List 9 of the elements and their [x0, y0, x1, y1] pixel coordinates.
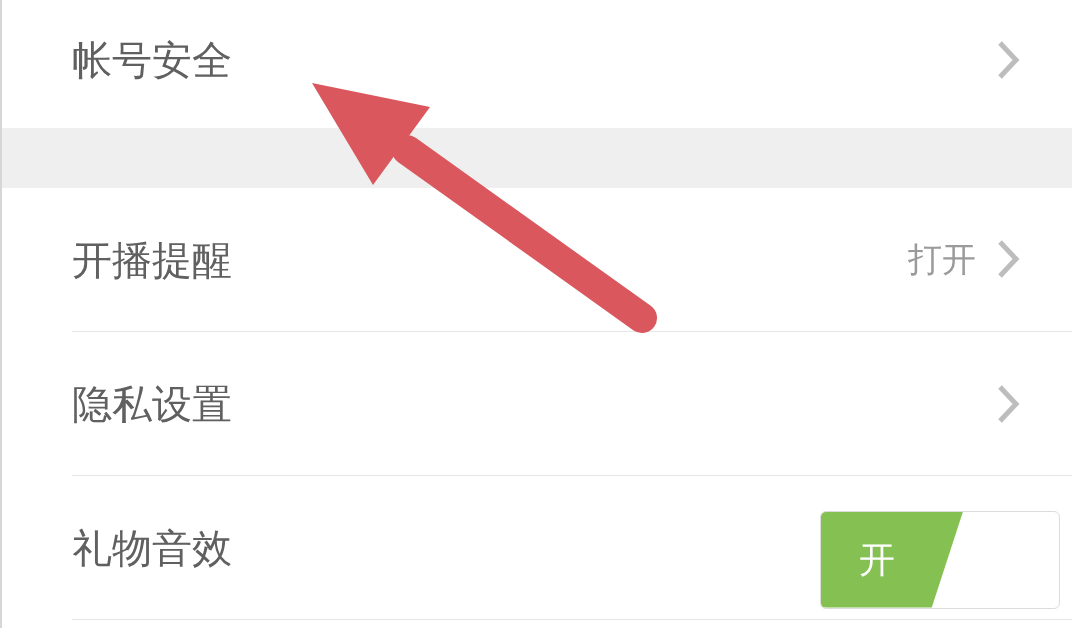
setting-label: 礼物音效 — [72, 523, 232, 572]
setting-label: 开播提醒 — [72, 235, 232, 284]
chevron-right-icon[interactable] — [996, 383, 1020, 424]
chevron-right-icon[interactable] — [996, 40, 1020, 80]
setting-value: 打开 — [908, 239, 976, 280]
chevron-right-icon[interactable] — [996, 239, 1020, 280]
toggle-switch[interactable]: 开 — [820, 510, 1060, 609]
setting-label: 隐私设置 — [72, 379, 232, 428]
setting-label: 帐号安全 — [72, 36, 232, 84]
